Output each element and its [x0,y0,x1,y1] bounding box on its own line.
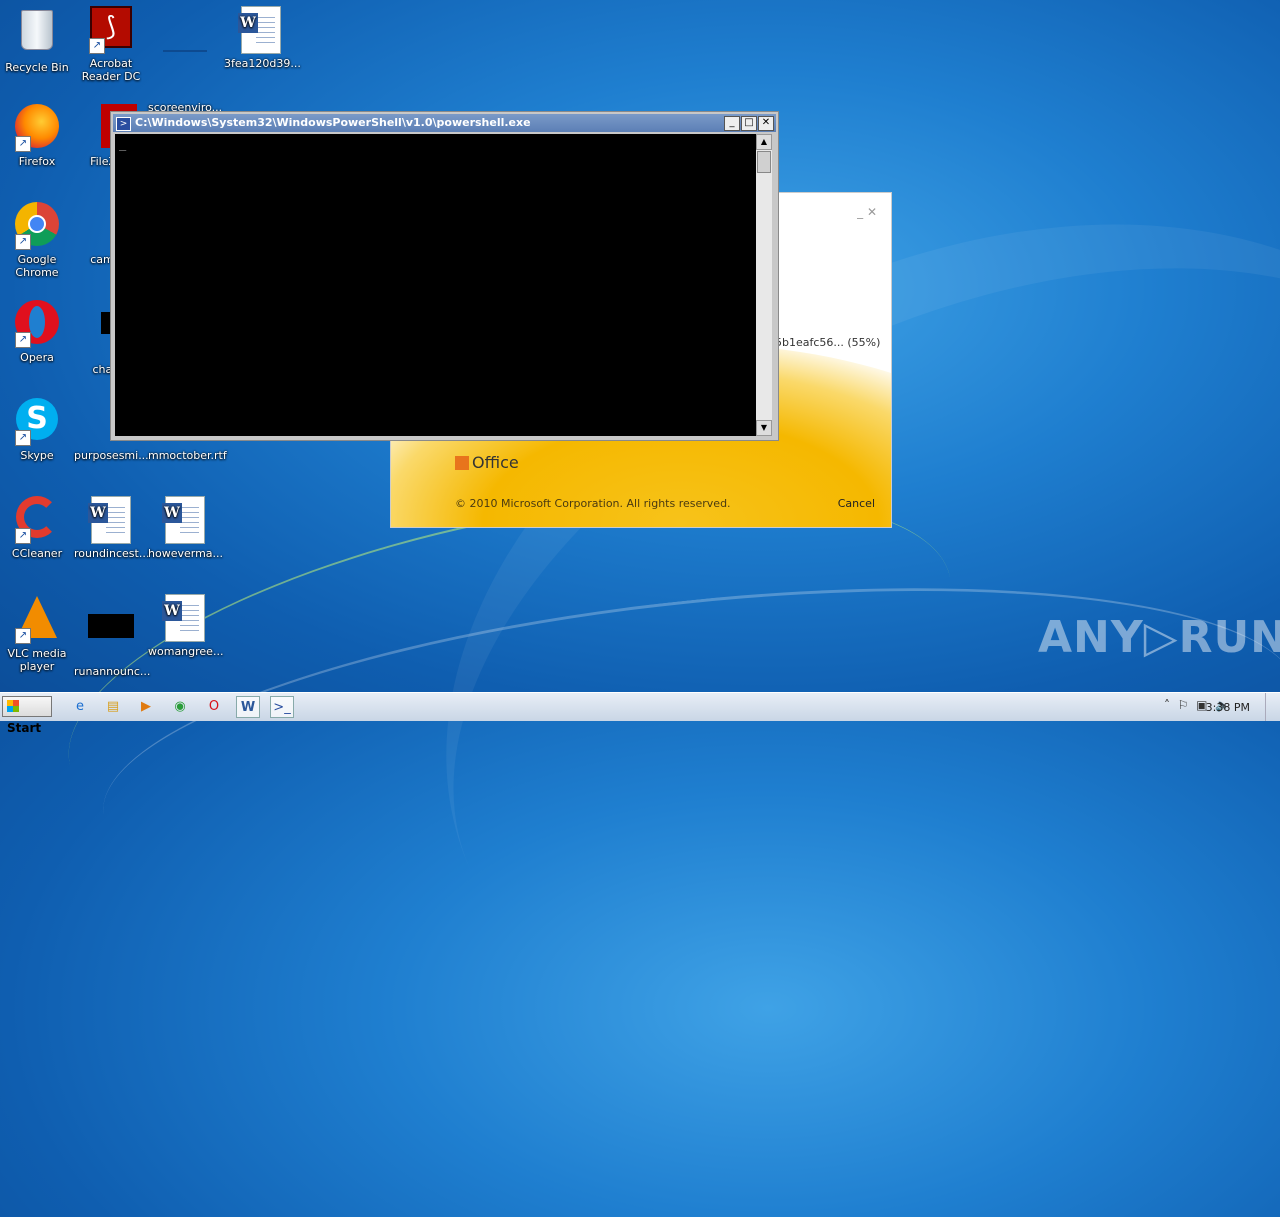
desktop-icon-acrobat-reader[interactable]: ⟆ ↗ Acrobat Reader DC [74,6,148,83]
show-desktop-button[interactable] [1265,693,1280,721]
desktop-icon-vlc[interactable]: ↗ VLC media player [0,594,74,673]
word-document-icon: W [87,496,135,544]
desktop-icon-scoreenviro[interactable]: scoreenviro... [148,6,222,114]
scroll-thumb[interactable] [757,151,771,173]
vlc-icon: ↗ [13,596,61,644]
taskbar-clock[interactable]: 3:38 PM [1206,701,1250,714]
media-player-icon[interactable]: ▶ [134,696,158,718]
anyrun-watermark: ANY▷RUN [1038,612,1280,663]
powershell-window: > C:\Windows\System32\WindowsPowerShell\… [110,111,779,441]
file-explorer-icon[interactable]: ▤ [101,696,125,718]
opera-taskbar-icon[interactable]: O [202,696,226,718]
desktop-icon-firefox[interactable]: ↗ Firefox [0,104,74,168]
close-icon[interactable]: ✕ [867,205,877,219]
powershell-icon: > [116,117,131,131]
skype-icon: S ↗ [13,398,61,446]
vertical-scrollbar[interactable]: ▲ ▼ [756,134,772,436]
desktop-icon-recycle-bin[interactable]: Recycle Bin [0,6,74,74]
close-button[interactable]: ✕ [758,116,774,131]
console-output[interactable]: _ [115,134,756,436]
show-hidden-icons-icon[interactable]: ˄ [1164,698,1170,712]
word-document-icon: W [161,496,209,544]
recycle-bin-icon [13,10,61,58]
desktop-icon-roundincest[interactable]: W roundincest... [74,496,149,560]
firefox-icon: ↗ [13,104,61,152]
desktop-icon-womangree[interactable]: W womangree... [148,594,223,658]
chrome-taskbar-icon[interactable]: ◉ [168,696,192,718]
maximize-button[interactable]: □ [741,116,757,131]
office-logo: Office [455,453,519,472]
taskbar: Start e ▤ ▶ ◉ O W >_ ˄ ⚐ ▣ 🔈 3:38 PM [0,692,1280,735]
desktop-icon-ccleaner[interactable]: ↗ CCleaner [0,496,74,560]
ccleaner-icon: ↗ [13,496,61,544]
powershell-title-bar[interactable]: > C:\Windows\System32\WindowsPowerShell\… [113,114,776,132]
window-title: C:\Windows\System32\WindowsPowerShell\v1… [135,116,531,129]
desktop-icon-google-chrome[interactable]: ↗ Google Chrome [0,202,74,279]
chrome-icon: ↗ [13,202,61,250]
acrobat-icon: ⟆ ↗ [87,6,135,54]
image-thumbnail-icon [87,614,135,662]
file-icon [161,50,209,98]
desktop-icon-skype[interactable]: S ↗ Skype [0,398,74,462]
scroll-up-icon[interactable]: ▲ [756,134,772,150]
desktop-icon-3fea120d39[interactable]: W 3fea120d39... [224,6,301,70]
minimize-icon[interactable]: _ [857,205,863,219]
desktop-icon-howeverma[interactable]: W howeverma... [148,496,223,560]
dialog-window-controls: _ ✕ [857,205,877,219]
minimize-button[interactable]: _ [724,116,740,131]
desktop-icon-opera[interactable]: ↗ Opera [0,300,74,364]
action-center-flag-icon[interactable]: ⚐ [1178,698,1189,712]
start-button[interactable]: Start [2,696,52,735]
office-logo-icon [455,456,469,470]
internet-explorer-icon[interactable]: e [68,696,92,718]
copyright-text: © 2010 Microsoft Corporation. All rights… [455,497,731,510]
word-document-icon: W [161,594,209,642]
desktop-icon-runannounc[interactable]: runannounc... [74,594,150,678]
word-document-icon: W [237,6,285,54]
windows-logo-icon [7,700,19,712]
powershell-taskbar-icon[interactable]: >_ [270,696,294,718]
word-taskbar-icon[interactable]: W [236,696,260,718]
install-progress-text: 5b1eafc56... (55%) [775,336,881,349]
scroll-down-icon[interactable]: ▼ [756,420,772,436]
cancel-button[interactable]: Cancel [838,497,875,510]
console-cursor: _ [119,137,127,151]
opera-icon: ↗ [13,300,61,348]
